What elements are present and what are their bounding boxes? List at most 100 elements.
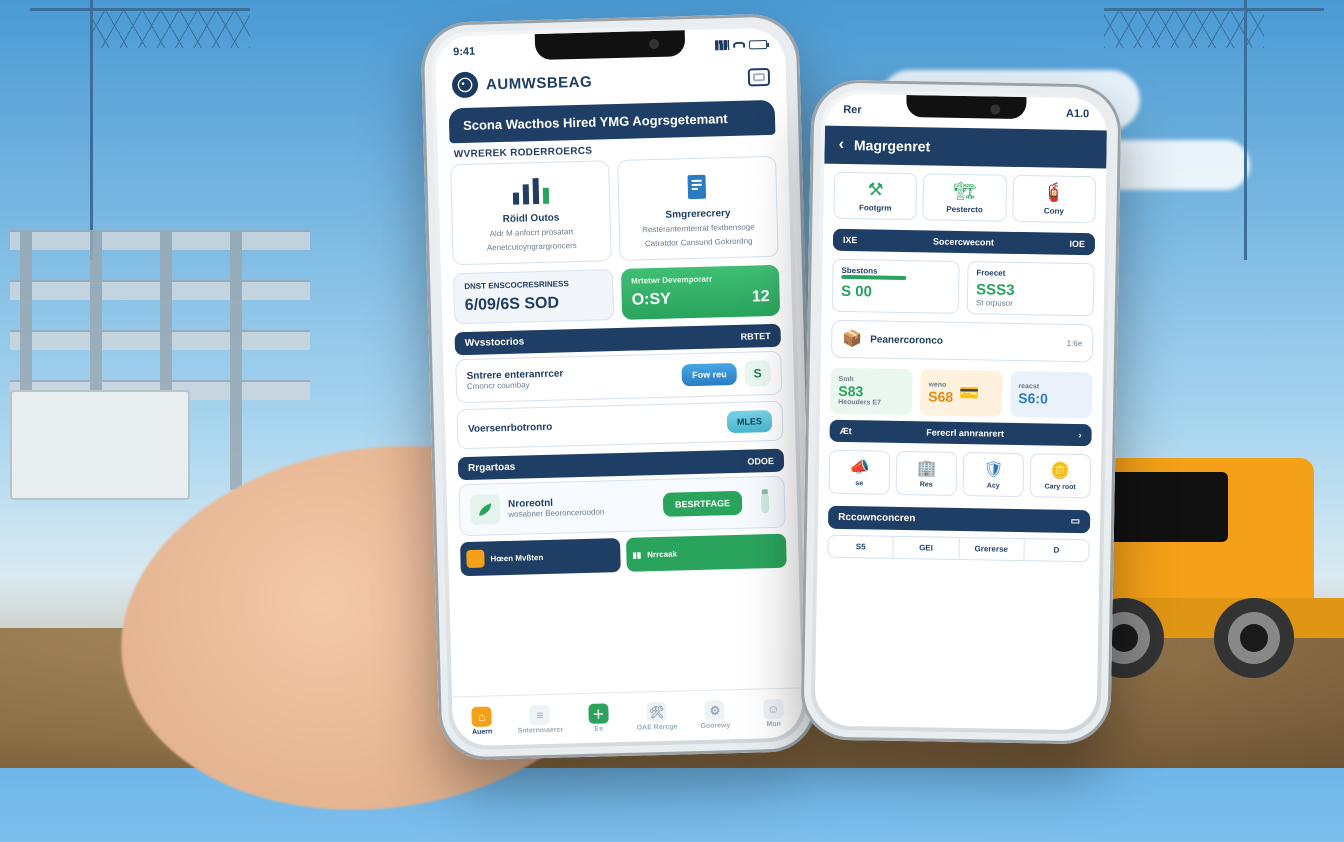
battery-icon: ▮▮ xyxy=(632,550,641,559)
action-card[interactable]: 🪙 Cary root xyxy=(1030,453,1092,498)
bottle-icon xyxy=(756,489,775,515)
kpi-value: S 00 xyxy=(841,283,950,302)
plus-icon: ＋ xyxy=(588,703,609,724)
user-icon: ☺ xyxy=(763,699,784,720)
action-card[interactable]: 🏢 Res xyxy=(896,451,958,496)
machine-icon: ⚒ xyxy=(867,179,884,200)
page-header: ‹ Magrgenret xyxy=(824,126,1107,169)
kpi-forecast[interactable]: Froecet SSS3 St orpusor xyxy=(967,261,1095,316)
kpi-row: DNST ENSCOCRESRINESS 6/09/6S SOD Mrtetwr… xyxy=(441,264,792,324)
banner-cta[interactable]: BESRTFAGE xyxy=(663,491,743,517)
progress-bar xyxy=(841,275,906,280)
action-label: Cary root xyxy=(1045,483,1076,491)
chevron-right-icon: › xyxy=(1079,430,1082,440)
brand-logo xyxy=(452,72,479,99)
strip-label: Nrrcaak xyxy=(647,549,677,559)
category-label: Pestercto xyxy=(946,205,983,215)
category-label: Footgrm xyxy=(859,203,892,213)
wrench-icon: 🛠 xyxy=(646,702,667,723)
card-icon: 💳 xyxy=(959,383,979,403)
strip-button[interactable]: Hœen Mvßten xyxy=(460,538,621,576)
pill-card[interactable]: Smh S83 Heouders E7 xyxy=(830,368,913,415)
summary-bar[interactable]: IXE Socercwecont IOE xyxy=(833,229,1095,256)
kpi-budget[interactable]: DNST ENSCOCRESRINESS 6/09/6S SOD xyxy=(453,269,614,324)
building-icon: 🏢 xyxy=(916,458,936,478)
pill-row: Smh S83 Heouders E7 weno S68 💳 reacst S6… xyxy=(820,364,1103,423)
tab-bar: ⌂Auern ≡Snternmaercr ＋Es 🛠OAE Rercge ⚙Go… xyxy=(452,687,803,746)
tab-list[interactable]: ≡Snternmaercr xyxy=(510,694,570,745)
home-icon: ⌂ xyxy=(471,706,492,727)
phone-left: 9:41 AUMWSBEAG Scona Wacthos Hired YMG A… xyxy=(420,13,817,761)
action-card[interactable]: 🛡Acy xyxy=(963,452,1025,497)
kpi-row: Sbestons S 00 Froecet SSS3 St orpusor xyxy=(822,253,1105,323)
strip-button[interactable]: ▮▮ Nrrcaak xyxy=(626,534,787,572)
card-line: Aenetcutoyngrargroncers xyxy=(463,240,600,254)
pill-sub: Heouders E7 xyxy=(838,399,881,407)
card-line: Aldr M anfocrt prosatart xyxy=(463,226,600,240)
section-title: Rccownconcren xyxy=(838,512,915,524)
action-label: Res xyxy=(920,481,933,488)
crane-icon: 🏗 xyxy=(953,181,976,202)
category-label: Cony xyxy=(1044,206,1064,215)
work-item[interactable]: Voersenrbotronro MLES xyxy=(457,401,784,450)
notch xyxy=(535,30,686,60)
card-line: Catratdor Cansund Gokrordng xyxy=(630,236,767,250)
tab-label: OAE Rercge xyxy=(637,724,678,732)
section-link[interactable]: RBTET xyxy=(741,331,771,342)
feature-card-documents[interactable]: Smgrerecrery Resteranterntenrat fextbens… xyxy=(617,156,779,261)
pill-value: S6:0 xyxy=(1018,389,1048,406)
tab-add[interactable]: ＋Es xyxy=(569,693,629,744)
category-card[interactable]: ⚒ Footgrm xyxy=(833,172,917,220)
crane-right xyxy=(1104,0,1324,260)
back-button[interactable]: ‹ xyxy=(838,136,844,154)
tab-label: Goorewy xyxy=(700,722,730,730)
coin-icon: 🪙 xyxy=(1050,461,1070,481)
kpi-label: DNST ENSCOCRESRINESS xyxy=(464,278,602,291)
pill-value: S83 xyxy=(838,383,881,400)
bar-right: IOE xyxy=(1069,239,1085,249)
category-card[interactable]: 🏗 Pestercto xyxy=(923,173,1007,221)
header-action-button[interactable] xyxy=(748,68,770,87)
tab-label: Auern xyxy=(472,728,492,736)
status-left: Rer xyxy=(843,104,862,116)
segment[interactable]: GEI xyxy=(894,537,960,559)
box-icon: 📦 xyxy=(842,329,862,349)
section-link[interactable]: ODOE xyxy=(747,455,774,466)
signal-icon xyxy=(715,40,729,50)
category-card[interactable]: 🧯 Cony xyxy=(1012,175,1096,223)
pill-card[interactable]: reacst S6:0 xyxy=(1010,371,1093,418)
status-pill: Fow reu xyxy=(682,363,737,386)
info-row[interactable]: 📦 Peanercoronco 1:6e xyxy=(831,320,1094,363)
pipe-icon: 🧯 xyxy=(1043,182,1066,203)
status-time: 9:41 xyxy=(453,46,475,59)
brand-bar: AUMWSBEAG xyxy=(436,60,787,107)
work-item[interactable]: Sntrere enteranrrcer Cmoncr coumbay Fow … xyxy=(455,351,782,404)
tab-label: Mon xyxy=(766,721,781,728)
tab-settings[interactable]: ⚙Goorewy xyxy=(685,690,745,741)
section-bar[interactable]: Æt Ferecrl annranrert › xyxy=(829,420,1091,447)
row-text: Peanercoronco xyxy=(870,334,1059,348)
segment[interactable]: S5 xyxy=(828,536,894,558)
tab-tools[interactable]: 🛠OAE Rercge xyxy=(627,691,687,742)
shield-icon: 🛡 xyxy=(983,459,1004,479)
tab-home[interactable]: ⌂Auern xyxy=(452,696,512,747)
segment[interactable]: D xyxy=(1024,539,1089,561)
section-title: Wvsstocrios xyxy=(465,336,525,349)
kpi-progress[interactable]: Mrtetwr Devemporarr O:SY 12 xyxy=(621,265,780,320)
feature-card-outputs[interactable]: Röidl Outos Aldr M anfocrt prosatart Aen… xyxy=(450,160,612,265)
tab-profile[interactable]: ☺Mon xyxy=(744,688,804,739)
segment[interactable]: Grererse xyxy=(959,538,1025,560)
status-pill: MLES xyxy=(727,410,773,433)
promo-banner[interactable]: Nroreotnl wosabner Beoronceroodon BESRTF… xyxy=(458,476,785,537)
kpi-label: Froecet xyxy=(976,268,1085,279)
section-header: Rccownconcren ▭ xyxy=(828,506,1090,534)
bar-left: Æt xyxy=(840,426,852,436)
action-card[interactable]: 📣se xyxy=(829,450,891,495)
box-icon: ▭ xyxy=(1071,516,1081,527)
bar-text: Ferecrl annranrert xyxy=(926,427,1004,438)
brand-name: AUMWSBEAG xyxy=(486,73,593,93)
row-time: 1:6e xyxy=(1067,338,1083,347)
pill-card[interactable]: weno S68 💳 xyxy=(920,369,1003,416)
section-title: Rrgartoas xyxy=(468,462,516,474)
kpi-stations[interactable]: Sbestons S 00 xyxy=(832,259,960,314)
